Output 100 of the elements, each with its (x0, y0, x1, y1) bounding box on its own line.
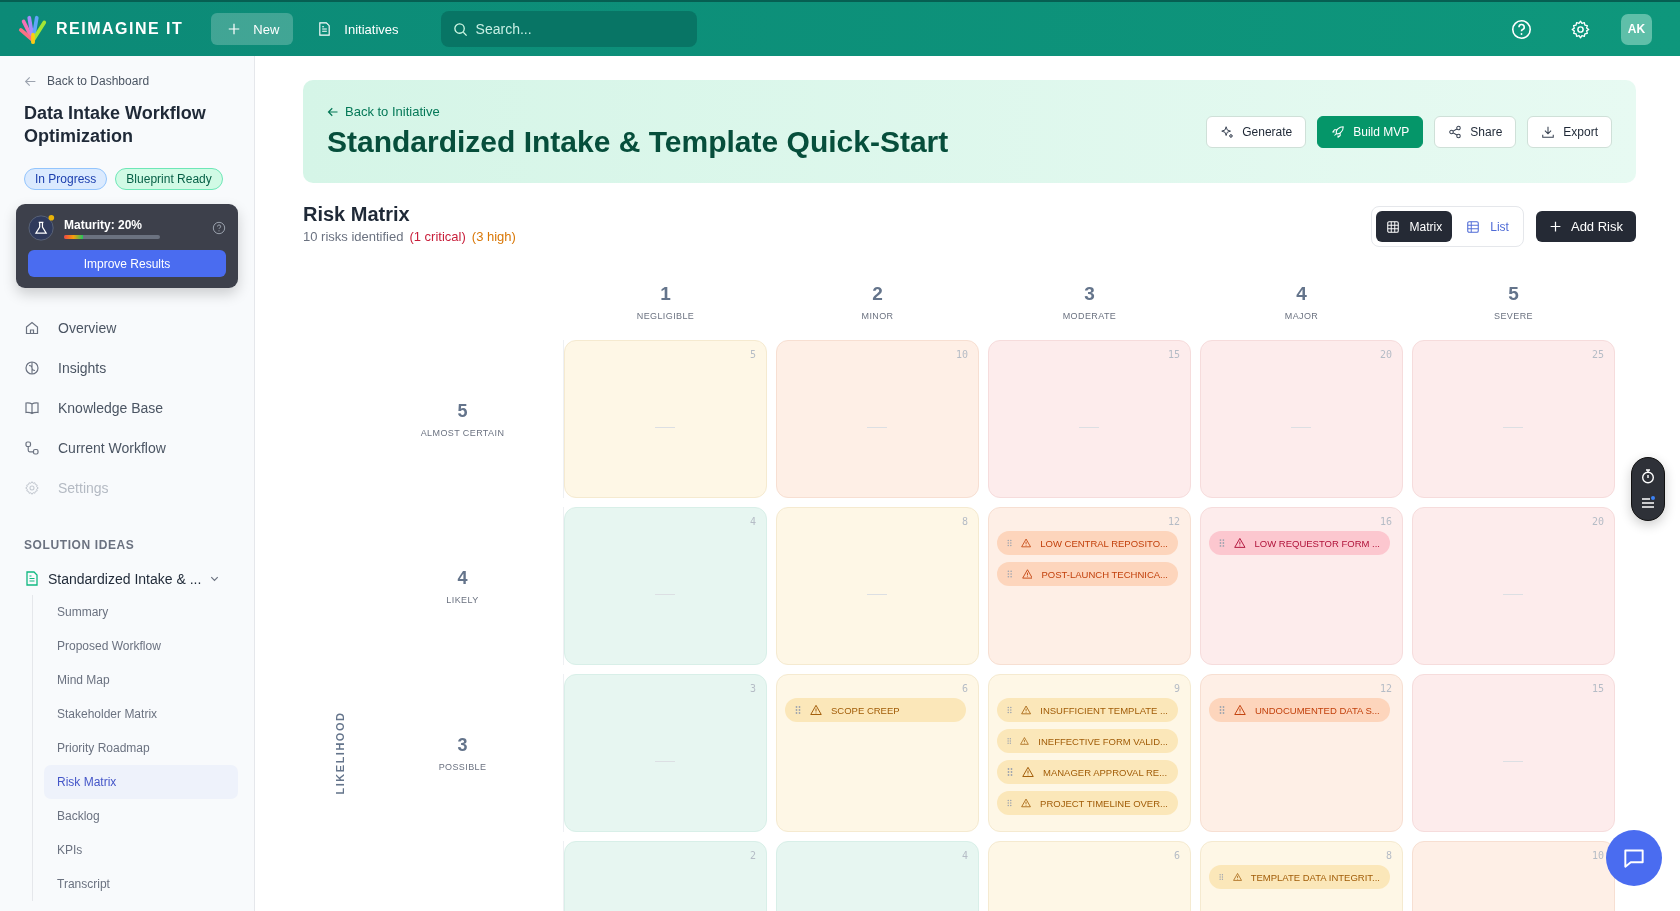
axis-label: LIKELIHOOD (334, 711, 346, 795)
nav-item[interactable]: Knowledge Base (24, 388, 238, 428)
settings-icon[interactable] (1570, 18, 1591, 40)
sub-nav-item[interactable]: Summary (44, 595, 238, 629)
maturity-label: Maturity: 20% (64, 217, 144, 232)
risk-chip[interactable]: SCOPE CREEP (785, 698, 966, 722)
grid-icon (1385, 219, 1400, 234)
sub-nav-item[interactable]: Proposed Workflow (44, 629, 238, 663)
list-icon[interactable] (1640, 494, 1656, 510)
likelihood-number: 3 (457, 734, 468, 756)
table-icon (1466, 219, 1481, 234)
page-title: Standardized Intake & Template Quick-Start (327, 125, 949, 159)
initiatives-link[interactable]: Initiatives (303, 21, 413, 37)
risk-chip[interactable]: LOW CENTRAL REPOSITO... (997, 531, 1178, 555)
back-link[interactable]: Back to Initiative (327, 104, 949, 119)
sub-nav-item[interactable]: Backlog (44, 799, 238, 833)
header-button[interactable]: Generate (1206, 115, 1307, 148)
warning-icon (810, 704, 822, 716)
logo-icon (18, 13, 48, 45)
warning-icon (1232, 871, 1242, 883)
view-tab[interactable]: List (1456, 211, 1519, 242)
drag-handle-icon (1007, 767, 1013, 777)
risk-chip[interactable]: LOW REQUESTOR FORM ... (1209, 531, 1390, 555)
risk-score: 4 (961, 850, 968, 861)
status-tag: In Progress (24, 168, 108, 190)
risk-chip[interactable]: INEFFECTIVE FORM VALID... (997, 729, 1178, 753)
impact-label: MAJOR (1284, 311, 1319, 321)
improve-results-button[interactable]: Improve Results (28, 250, 226, 277)
search-field[interactable]: Search... (440, 11, 697, 47)
chat-button[interactable] (1606, 830, 1662, 886)
empty-marker (655, 427, 675, 428)
risk-score: 10 (1591, 850, 1604, 861)
nav-item[interactable]: Insights (24, 348, 238, 388)
risk-chip[interactable]: TEMPLATE DATA INTEGRIT... (1209, 865, 1390, 889)
header-button[interactable]: Export (1527, 115, 1612, 148)
impact-label: MODERATE (1062, 311, 1117, 321)
drag-handle-icon (1007, 798, 1012, 808)
risk-chip[interactable]: PROJECT TIMELINE OVER... (997, 791, 1178, 815)
risk-score: 3 (749, 683, 756, 694)
rocket-icon (1331, 124, 1346, 139)
sub-nav-item[interactable]: Priority Roadmap (44, 731, 238, 765)
impact-number: 1 (660, 283, 671, 305)
document-icon (317, 21, 333, 37)
empty-marker (1503, 761, 1523, 762)
sub-nav-item[interactable]: Transcript (44, 867, 238, 901)
book-icon (24, 400, 40, 416)
sub-nav-item[interactable]: Mind Map (44, 663, 238, 697)
drag-handle-icon (1007, 538, 1013, 548)
download-icon (1541, 124, 1556, 139)
risk-score: 8 (961, 516, 968, 527)
header-button[interactable]: Build MVP (1317, 115, 1424, 148)
risk-score: 10 (955, 349, 968, 360)
impact-label: NEGLIGIBLE (636, 311, 695, 321)
likelihood-label: ALMOST CERTAIN (420, 427, 505, 438)
risk-score: 16 (1379, 516, 1392, 527)
impact-number: 2 (872, 283, 883, 305)
impact-number: 3 (1084, 283, 1095, 305)
warning-icon (1234, 704, 1246, 716)
drag-handle-icon (1007, 705, 1013, 715)
section-heading: SOLUTION IDEAS (24, 538, 136, 552)
solution-label: Standardized Intake & ... (48, 570, 202, 587)
arrow-left-icon (327, 105, 339, 118)
header-button[interactable]: Share (1434, 115, 1517, 148)
risk-chip[interactable]: POST-LAUNCH TECHNICA... (997, 562, 1178, 586)
warning-icon (1021, 704, 1032, 716)
home-icon (24, 320, 40, 336)
solution-item[interactable]: Standardized Intake & ... (24, 570, 238, 587)
likelihood-label: LIKELY (446, 594, 479, 605)
new-button[interactable]: New (211, 13, 294, 45)
risk-score: 6 (961, 683, 968, 694)
empty-marker (1503, 427, 1523, 428)
risk-chip[interactable]: UNDOCUMENTED DATA S... (1209, 698, 1390, 722)
empty-marker (867, 427, 887, 428)
risk-score: 9 (1173, 683, 1180, 694)
risk-score: 8 (1385, 850, 1392, 861)
sub-nav-item[interactable]: Stakeholder Matrix (44, 697, 238, 731)
warning-icon (1021, 568, 1033, 580)
nav-item[interactable]: Current Workflow (24, 428, 238, 468)
risk-score: 15 (1591, 683, 1604, 694)
sub-nav-item[interactable]: KPIs (44, 833, 238, 867)
back-link[interactable]: Back to Dashboard (24, 74, 238, 88)
add-risk-button[interactable]: Add Risk (1535, 211, 1636, 242)
risk-count: 10 risks identified (303, 229, 404, 244)
risk-score: 12 (1167, 516, 1180, 527)
status-tag: Blueprint Ready (115, 168, 223, 190)
likelihood-number: 4 (457, 567, 468, 589)
view-tab[interactable]: Matrix (1375, 211, 1453, 242)
risk-chip[interactable]: INSUFFICIENT TEMPLATE ... (997, 698, 1178, 722)
empty-marker (1503, 594, 1523, 595)
nav-label: Insights (58, 360, 107, 376)
risk-score: 5 (749, 349, 756, 360)
sub-nav-item[interactable]: Risk Matrix (44, 765, 238, 799)
nav-item[interactable]: Overview (24, 308, 238, 348)
help-icon[interactable] (212, 221, 226, 235)
risk-chip[interactable]: MANAGER APPROVAL RE... (997, 760, 1178, 784)
project-title: Data Intake Workflow Optimization (24, 102, 207, 148)
risk-score: 12 (1379, 683, 1392, 694)
empty-marker (867, 594, 887, 595)
risk-score: 6 (1173, 850, 1180, 861)
stopwatch-icon[interactable] (1640, 468, 1656, 484)
